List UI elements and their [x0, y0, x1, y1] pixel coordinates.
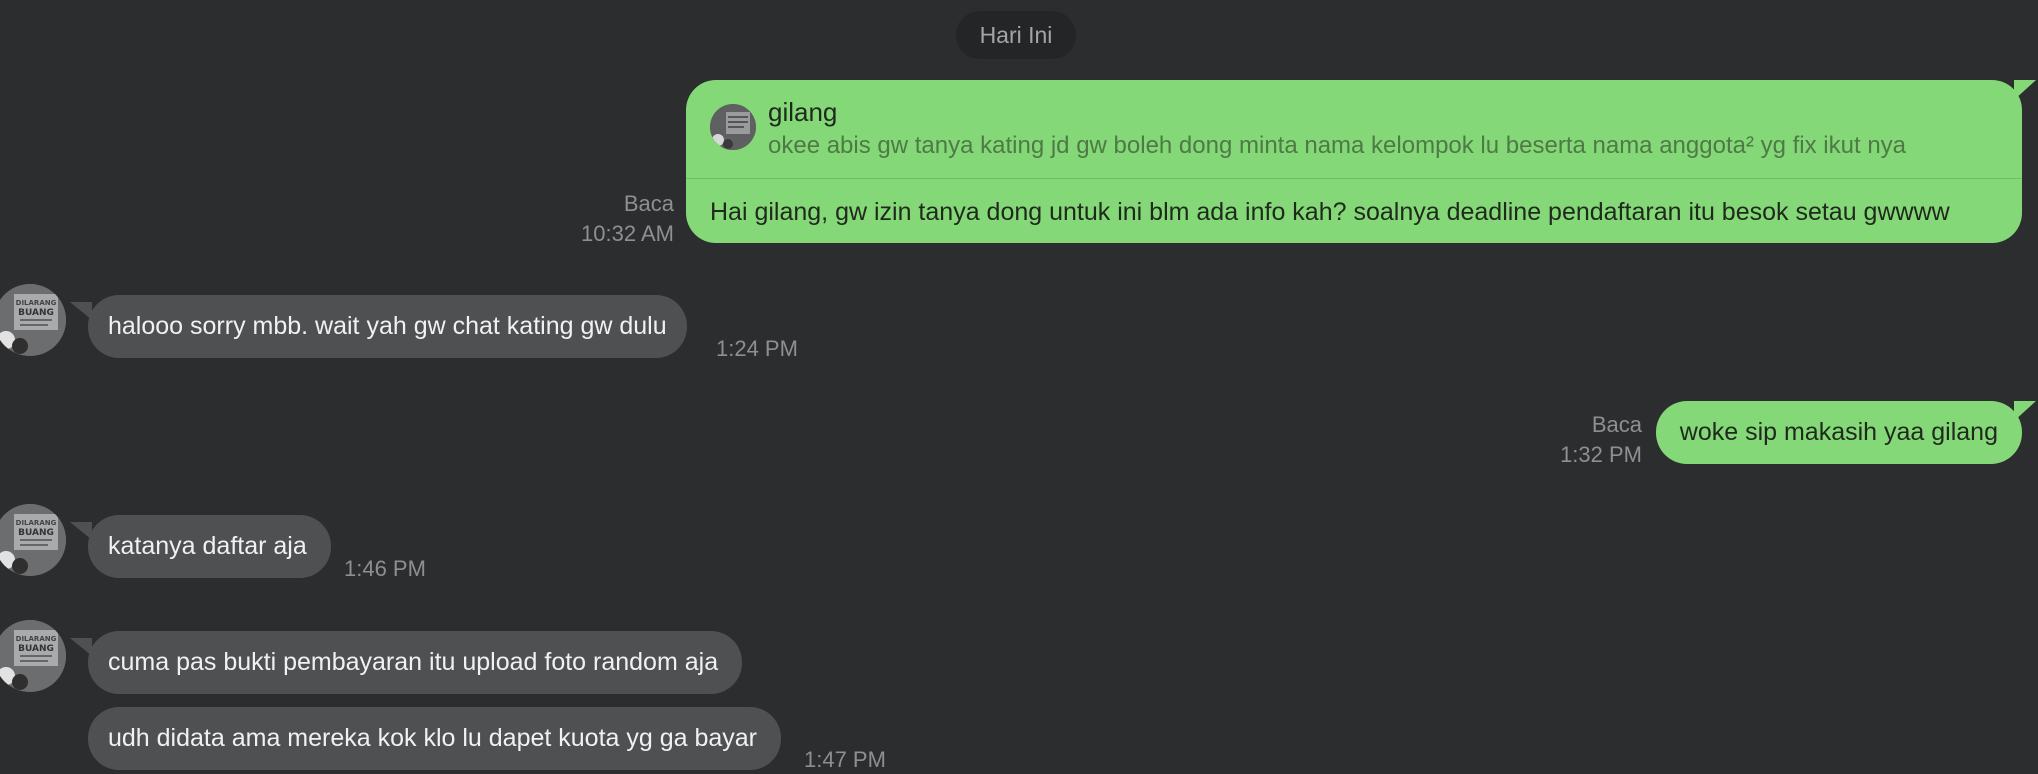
read-status: Baca — [1591, 412, 1642, 437]
svg-text:DILARANG: DILARANG — [16, 635, 57, 643]
chat-window: Hari Ini Baca 10:32 AM gilang okee abis … — [0, 0, 2038, 774]
incoming-message-bubble[interactable]: cuma pas bukti pembayaran itu upload fot… — [88, 631, 743, 694]
svg-text:BUANG: BUANG — [18, 528, 54, 538]
quoted-sender-name: gilang — [768, 97, 838, 127]
message-time: 1:24 PM — [716, 336, 798, 361]
quoted-message-text: okee abis gw tanya kating jd gw boleh do… — [768, 132, 1907, 159]
svg-text:DILARANG: DILARANG — [16, 519, 57, 527]
message-text: cuma pas bukti pembayaran itu upload fot… — [108, 648, 719, 676]
message-time: 1:46 PM — [344, 556, 426, 581]
message-text: Hai gilang, gw izin tanya dong untuk ini… — [710, 198, 1950, 226]
svg-text:BUANG: BUANG — [18, 308, 54, 318]
message-time: 1:47 PM — [804, 747, 886, 772]
message-time: 1:32 PM — [1560, 442, 1642, 467]
bubble-tail — [2014, 80, 2036, 100]
message-time: 10:32 AM — [581, 221, 674, 246]
svg-text:BUANG: BUANG — [18, 644, 54, 654]
incoming-message-bubble[interactable]: halooo sorry mbb. wait yah gw chat katin… — [88, 295, 687, 358]
sender-avatar[interactable]: DILARANG BUANG — [0, 620, 66, 692]
read-status: Baca — [623, 191, 674, 216]
avatar-sign-text: DILARANG — [16, 299, 57, 307]
message-text: halooo sorry mbb. wait yah gw chat katin… — [108, 312, 667, 340]
sender-avatar[interactable]: DILARANG BUANG — [0, 504, 66, 576]
message-text: woke sip makasih yaa gilang — [1679, 418, 1998, 446]
bubble-tail — [2014, 401, 2036, 421]
date-separator: Hari Ini — [956, 11, 1076, 59]
incoming-message-bubble[interactable]: katanya daftar aja — [88, 515, 331, 578]
message-text: udh didata ama mereka kok klo lu dapet k… — [108, 724, 758, 752]
quoted-reply[interactable]: gilang okee abis gw tanya kating jd gw b… — [686, 80, 2022, 179]
incoming-message-bubble[interactable]: udh didata ama mereka kok klo lu dapet k… — [88, 707, 782, 770]
outgoing-message-bubble[interactable]: gilang okee abis gw tanya kating jd gw b… — [686, 80, 2022, 243]
sender-avatar[interactable]: DILARANG BUANG — [0, 284, 66, 356]
quoted-avatar — [710, 104, 756, 150]
message-meta: Baca 10:32 AM — [581, 189, 674, 249]
outgoing-message-bubble[interactable]: woke sip makasih yaa gilang — [1655, 401, 2022, 464]
message-meta: Baca 1:32 PM — [1560, 410, 1642, 470]
message-text: katanya daftar aja — [108, 532, 307, 560]
